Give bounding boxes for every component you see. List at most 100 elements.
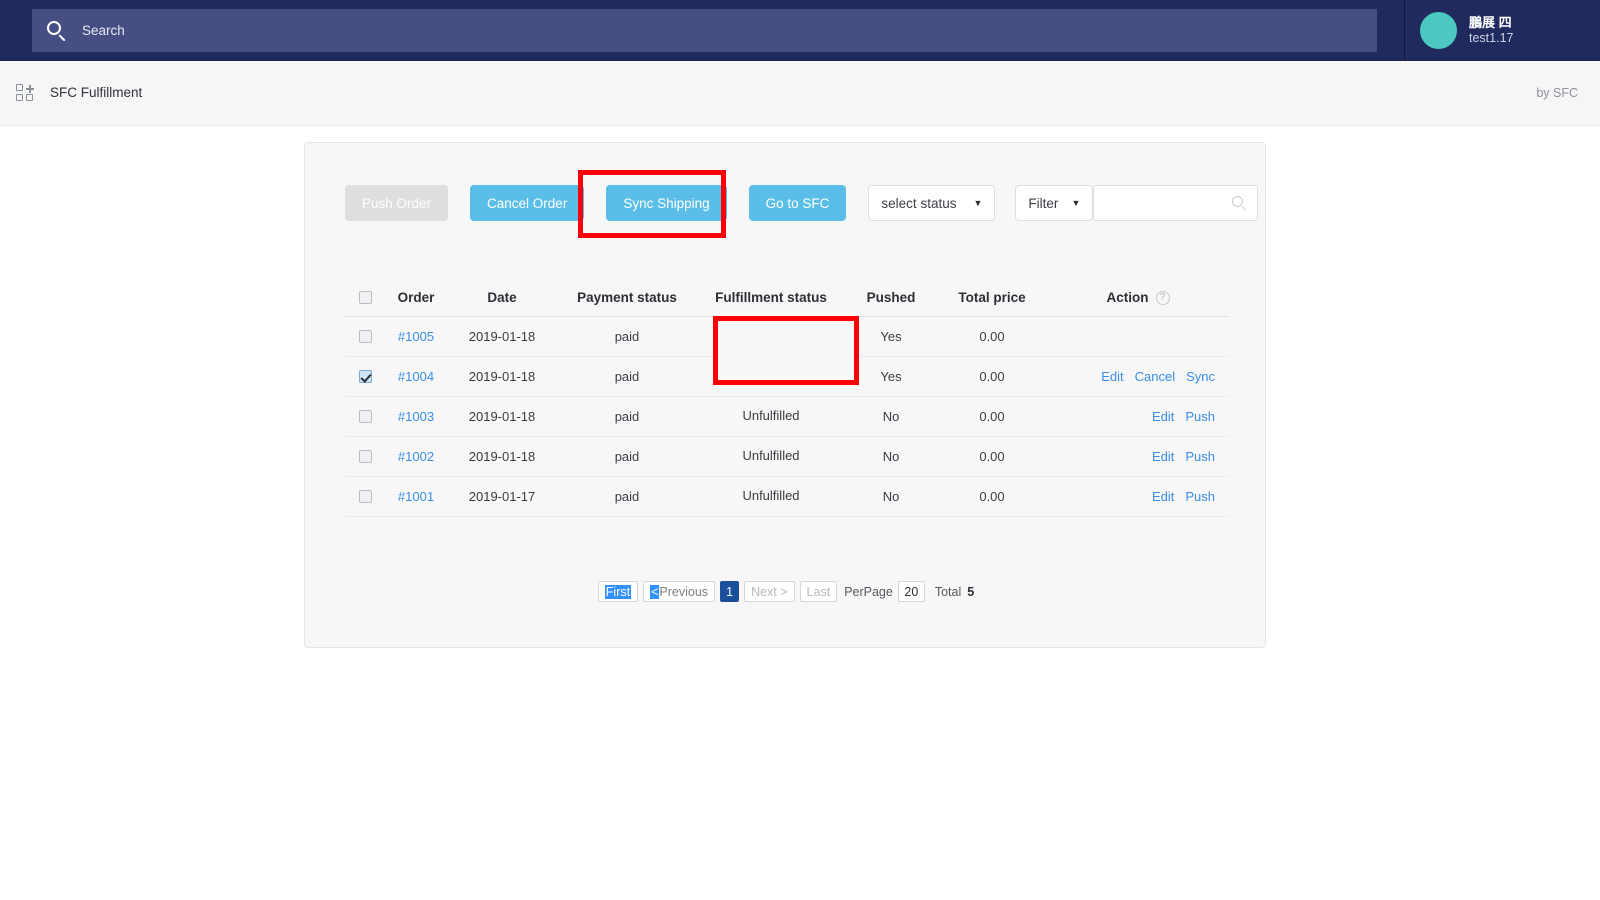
status-select[interactable]: select status ▼ <box>868 185 995 221</box>
total-price-cell: 0.00 <box>937 449 1047 464</box>
cancel-order-button[interactable]: Cancel Order <box>470 185 584 221</box>
topbar-divider <box>1404 0 1405 61</box>
row-select-cell <box>345 490 385 503</box>
action-sync-link[interactable]: Sync <box>1186 369 1215 384</box>
pushed-cell: No <box>845 449 937 464</box>
table-row: #1001 2019-01-17 paid Unfulfilled No 0.0… <box>345 477 1229 517</box>
by-sfc-label: by SFC <box>1536 86 1578 100</box>
action-cancel-link[interactable]: Cancel <box>1135 369 1175 384</box>
order-link[interactable]: #1004 <box>398 369 434 384</box>
order-link[interactable]: #1003 <box>398 409 434 424</box>
pushed-cell: No <box>845 489 937 504</box>
action-push-link[interactable]: Push <box>1185 409 1215 424</box>
row-select-cell <box>345 370 385 383</box>
select-all-cell <box>345 291 385 304</box>
action-cell: Edit Push <box>1047 449 1229 464</box>
chevron-down-icon: ▼ <box>1072 198 1081 208</box>
filter-select[interactable]: Filter ▼ <box>1015 185 1093 221</box>
pushed-cell: Yes <box>845 369 937 384</box>
pagination: First <Previous 1 Next > Last PerPage 20… <box>305 581 1267 602</box>
global-search-field[interactable] <box>32 9 1377 52</box>
push-order-button[interactable]: Push Order <box>345 185 448 221</box>
pagination-page-1[interactable]: 1 <box>720 581 739 602</box>
row-select-cell <box>345 410 385 423</box>
table-row: #1004 2019-01-18 paid Unfulfilled Yes 0.… <box>345 357 1229 397</box>
action-push-link[interactable]: Push <box>1185 489 1215 504</box>
orders-toolbar: Push Order Cancel Order Sync Shipping Go… <box>345 185 1258 221</box>
select-all-checkbox[interactable] <box>359 291 372 304</box>
fulfillment-status-value: Unfulfilled <box>697 449 845 464</box>
date-cell: 2019-01-18 <box>447 329 557 344</box>
tracking-number: 109801J415932 <box>697 338 845 352</box>
order-link[interactable]: #1005 <box>398 329 434 344</box>
row-checkbox[interactable] <box>359 330 372 343</box>
header-date: Date <box>447 290 557 305</box>
table-search-field[interactable] <box>1093 185 1258 221</box>
question-circle-icon[interactable]: ? <box>1156 291 1170 305</box>
header-total-price: Total price <box>937 290 1047 305</box>
fulfillment-status-cell: Unfulfilled <box>697 489 845 504</box>
pushed-cell: Yes <box>845 329 937 344</box>
order-cell: #1001 <box>385 489 447 504</box>
perpage-input[interactable]: 20 <box>898 581 925 602</box>
total-price-cell: 0.00 <box>937 369 1047 384</box>
user-menu[interactable]: 鵬展 四 test1.17 <box>1420 0 1513 61</box>
sync-shipping-button[interactable]: Sync Shipping <box>606 185 726 221</box>
pagination-next[interactable]: Next > <box>744 581 794 602</box>
header-order: Order <box>385 290 447 305</box>
row-checkbox[interactable] <box>359 370 372 383</box>
header-action-label: Action <box>1107 290 1149 305</box>
table-body: #1005 2019-01-18 paid Fulfilled 109801J4… <box>345 317 1229 517</box>
row-checkbox[interactable] <box>359 450 372 463</box>
order-link[interactable]: #1002 <box>398 449 434 464</box>
action-push-link[interactable]: Push <box>1185 449 1215 464</box>
action-edit-link[interactable]: Edit <box>1152 449 1174 464</box>
header-pushed: Pushed <box>845 290 937 305</box>
action-cell: Edit Push <box>1047 489 1229 504</box>
fulfillment-status-value: Fulfilled <box>697 321 845 336</box>
payment-status-cell: paid <box>557 449 697 464</box>
filter-select-value: Filter <box>1028 196 1058 211</box>
pagination-first[interactable]: First <box>598 581 638 602</box>
table-search-input[interactable] <box>1094 186 1224 220</box>
header-fulfillment-status: Fulfillment status <box>697 290 845 305</box>
fulfillment-status-cell: Fulfilled 109801J415932 <box>697 321 845 352</box>
table-row: #1005 2019-01-18 paid Fulfilled 109801J4… <box>345 317 1229 357</box>
date-cell: 2019-01-17 <box>447 489 557 504</box>
chevron-down-icon: ▼ <box>974 198 983 208</box>
total-price-cell: 0.00 <box>937 409 1047 424</box>
order-link[interactable]: #1001 <box>398 489 434 504</box>
perpage-label: PerPage <box>844 585 893 599</box>
order-cell: #1003 <box>385 409 447 424</box>
row-select-cell <box>345 450 385 463</box>
action-cell: Edit Push <box>1047 409 1229 424</box>
row-checkbox[interactable] <box>359 490 372 503</box>
total-value: 5 <box>967 585 974 599</box>
pagination-previous[interactable]: <Previous <box>643 581 715 602</box>
payment-status-cell: paid <box>557 409 697 424</box>
go-to-sfc-button[interactable]: Go to SFC <box>749 185 847 221</box>
date-cell: 2019-01-18 <box>447 449 557 464</box>
orders-table: Order Date Payment status Fulfillment st… <box>345 279 1229 517</box>
date-cell: 2019-01-18 <box>447 409 557 424</box>
header-payment-status: Payment status <box>557 290 697 305</box>
row-checkbox[interactable] <box>359 410 372 423</box>
payment-status-cell: paid <box>557 329 697 344</box>
pagination-last[interactable]: Last <box>800 581 838 602</box>
action-edit-link[interactable]: Edit <box>1152 489 1174 504</box>
breadcrumb[interactable]: SFC Fulfillment <box>50 85 142 100</box>
total-price-cell: 0.00 <box>937 489 1047 504</box>
total-label: Total <box>935 585 961 599</box>
search-icon[interactable] <box>1232 196 1247 211</box>
order-cell: #1004 <box>385 369 447 384</box>
global-search-input[interactable] <box>82 23 1282 38</box>
breadcrumb-bar <box>0 61 1600 126</box>
action-edit-link[interactable]: Edit <box>1152 409 1174 424</box>
payment-status-cell: paid <box>557 489 697 504</box>
fulfillment-status-value: Unfulfilled <box>697 369 845 384</box>
order-cell: #1002 <box>385 449 447 464</box>
fulfillment-status-cell: Unfulfilled <box>697 449 845 464</box>
top-navigation-bar: 鵬展 四 test1.17 <box>0 0 1600 61</box>
search-icon <box>46 20 68 42</box>
action-edit-link[interactable]: Edit <box>1101 369 1123 384</box>
